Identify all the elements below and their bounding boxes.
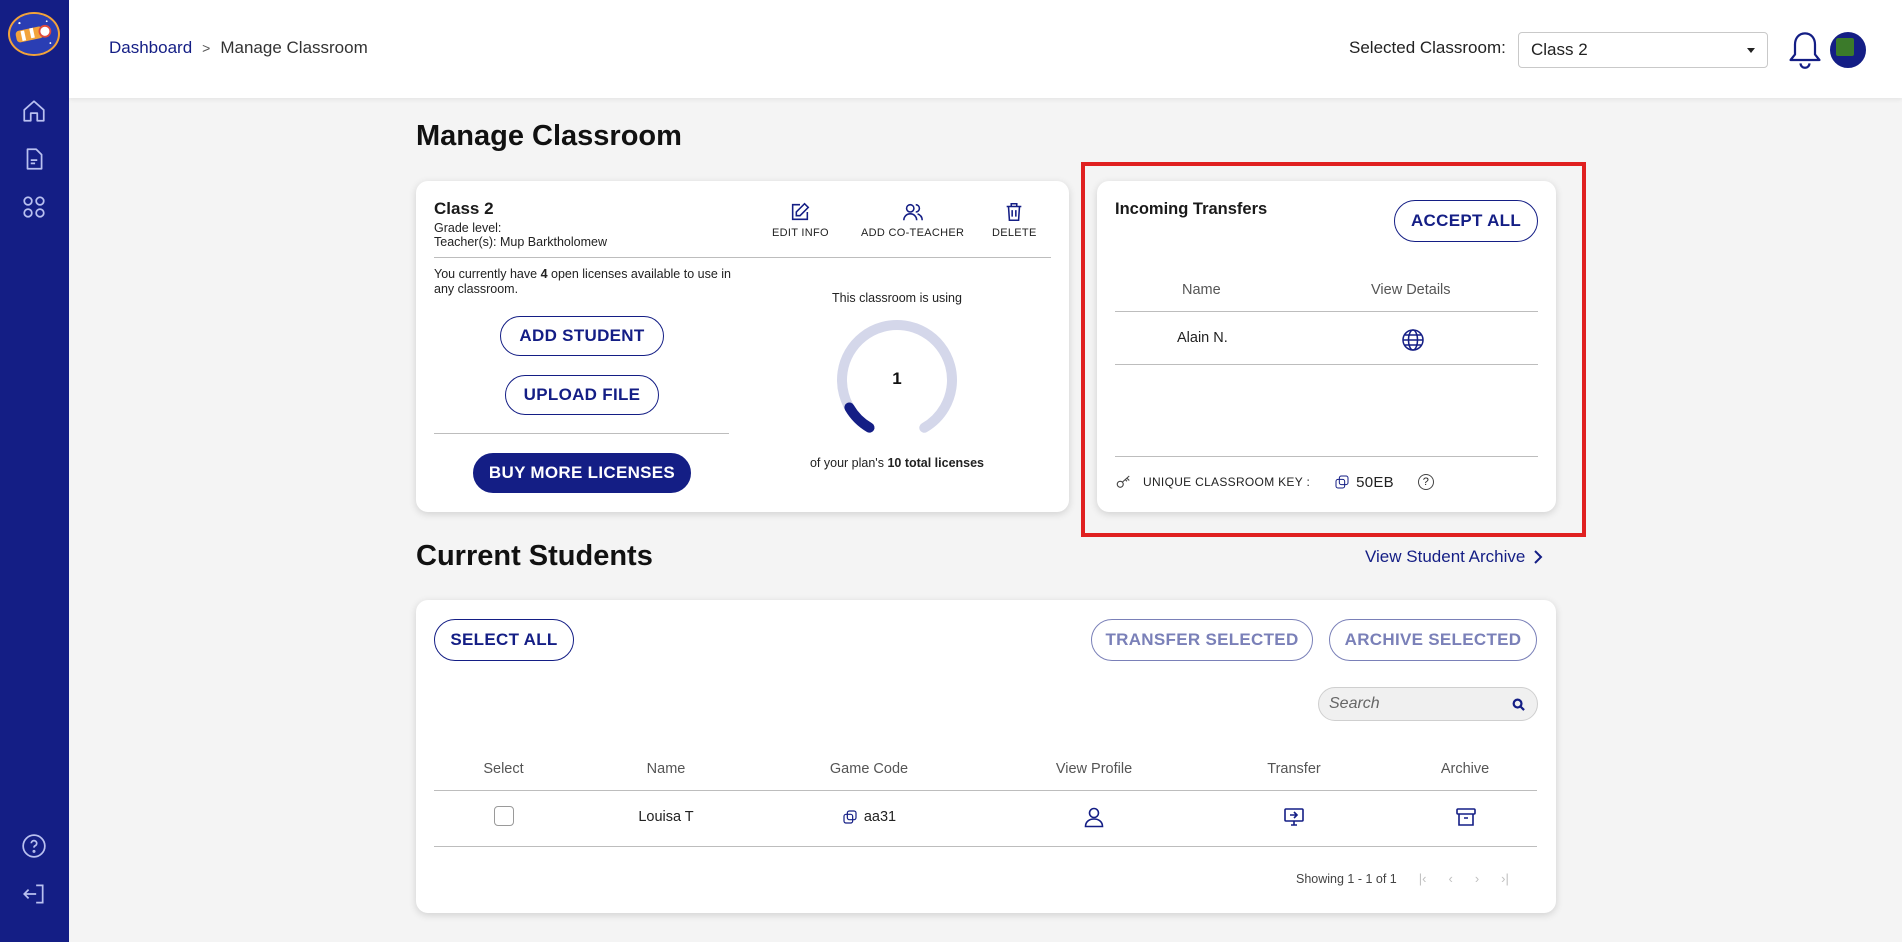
classroom-select[interactable]: Class 2 bbox=[1518, 32, 1768, 68]
pagination: Showing 1 - 1 of 1 |‹ ‹ › ›| bbox=[1296, 871, 1509, 886]
student-name: Louisa T bbox=[638, 809, 694, 825]
breadcrumb-dashboard-link[interactable]: Dashboard bbox=[109, 38, 192, 58]
logout-icon[interactable] bbox=[19, 879, 49, 909]
search-input[interactable] bbox=[1329, 695, 1499, 713]
archive-icon[interactable] bbox=[1454, 805, 1478, 829]
paging-status: Showing 1 - 1 of 1 bbox=[1296, 871, 1397, 886]
archive-selected-button[interactable]: ARCHIVE SELECTED bbox=[1329, 619, 1537, 661]
column-header-view-profile: View Profile bbox=[1055, 761, 1133, 777]
buy-more-licenses-button[interactable]: BUY MORE LICENSES bbox=[473, 453, 691, 493]
divider bbox=[434, 790, 1537, 791]
row-select-checkbox[interactable] bbox=[494, 806, 514, 826]
class-card: Class 2 Grade level: Teacher(s): Mup Bar… bbox=[416, 181, 1069, 512]
help-icon[interactable] bbox=[19, 831, 49, 861]
edit-info-button[interactable]: EDIT INFO bbox=[772, 201, 829, 239]
class-name: Class 2 bbox=[434, 199, 494, 218]
breadcrumb: Dashboard > Manage Classroom bbox=[109, 38, 368, 58]
add-co-teacher-button[interactable]: ADD CO-TEACHER bbox=[861, 201, 964, 239]
home-icon[interactable] bbox=[19, 96, 49, 126]
delete-button[interactable]: DELETE bbox=[992, 201, 1037, 239]
plan-total-licenses: of your plan's 10 total licenses bbox=[809, 456, 985, 470]
transfer-selected-button[interactable]: TRANSFER SELECTED bbox=[1091, 619, 1313, 661]
teachers: Teacher(s): Mup Barktholomew bbox=[434, 235, 608, 249]
transfer-icon[interactable] bbox=[1282, 805, 1306, 829]
game-code: aa31 bbox=[863, 809, 897, 825]
column-header-select: Select bbox=[483, 761, 524, 777]
students-card: SELECT ALL TRANSFER SELECTED ARCHIVE SEL… bbox=[416, 600, 1556, 913]
page-title: Manage Classroom bbox=[416, 120, 682, 152]
divider bbox=[434, 433, 729, 434]
caret-down-icon bbox=[1747, 48, 1755, 53]
column-header-game-code: Game Code bbox=[829, 761, 909, 777]
view-student-archive-link[interactable]: View Student Archive bbox=[1365, 547, 1543, 567]
users-icon bbox=[902, 203, 923, 221]
divider bbox=[434, 257, 1051, 258]
next-page-icon[interactable]: › bbox=[1475, 871, 1479, 886]
select-all-button[interactable]: SELECT ALL bbox=[434, 619, 574, 661]
previous-page-icon[interactable]: ‹ bbox=[1448, 871, 1452, 886]
classroom-select-value: Class 2 bbox=[1531, 40, 1588, 59]
highlight-box bbox=[1081, 162, 1586, 537]
game-code-copy[interactable]: aa31 bbox=[829, 809, 909, 825]
last-page-icon[interactable]: ›| bbox=[1501, 871, 1509, 886]
add-student-button[interactable]: ADD STUDENT bbox=[500, 316, 664, 356]
grid-icon[interactable] bbox=[19, 192, 49, 222]
copy-icon bbox=[843, 810, 857, 824]
search-field bbox=[1318, 687, 1538, 721]
document-icon[interactable] bbox=[19, 144, 49, 174]
upload-file-button[interactable]: UPLOAD FILE bbox=[505, 375, 659, 415]
column-header-archive: Archive bbox=[1440, 761, 1490, 777]
first-page-icon[interactable]: |‹ bbox=[1419, 871, 1427, 886]
breadcrumb-separator: > bbox=[202, 40, 211, 56]
breadcrumb-current: Manage Classroom bbox=[220, 38, 368, 57]
classroom-using-label: This classroom is using bbox=[832, 291, 962, 305]
chevron-right-icon bbox=[1534, 550, 1543, 564]
user-profile-icon[interactable] bbox=[1082, 805, 1106, 829]
licenses-available-text: You currently have 4 open licenses avail… bbox=[434, 267, 731, 296]
bell-icon[interactable] bbox=[1787, 30, 1823, 70]
divider bbox=[434, 846, 1537, 847]
edit-icon bbox=[792, 202, 810, 221]
search-icon bbox=[1512, 698, 1525, 711]
column-header-transfer: Transfer bbox=[1267, 761, 1321, 777]
column-header-name: Name bbox=[646, 761, 686, 777]
license-gauge-count: 1 bbox=[892, 369, 902, 388]
telescope-logo[interactable] bbox=[8, 12, 60, 56]
top-header: Dashboard > Manage Classroom Selected Cl… bbox=[69, 0, 1902, 98]
avatar[interactable] bbox=[1830, 32, 1866, 68]
trash-icon bbox=[1006, 202, 1022, 222]
grade-level: Grade level: bbox=[434, 221, 502, 235]
current-students-title: Current Students bbox=[416, 540, 653, 572]
selected-classroom-label: Selected Classroom: bbox=[1349, 38, 1506, 57]
sidebar bbox=[0, 0, 69, 942]
